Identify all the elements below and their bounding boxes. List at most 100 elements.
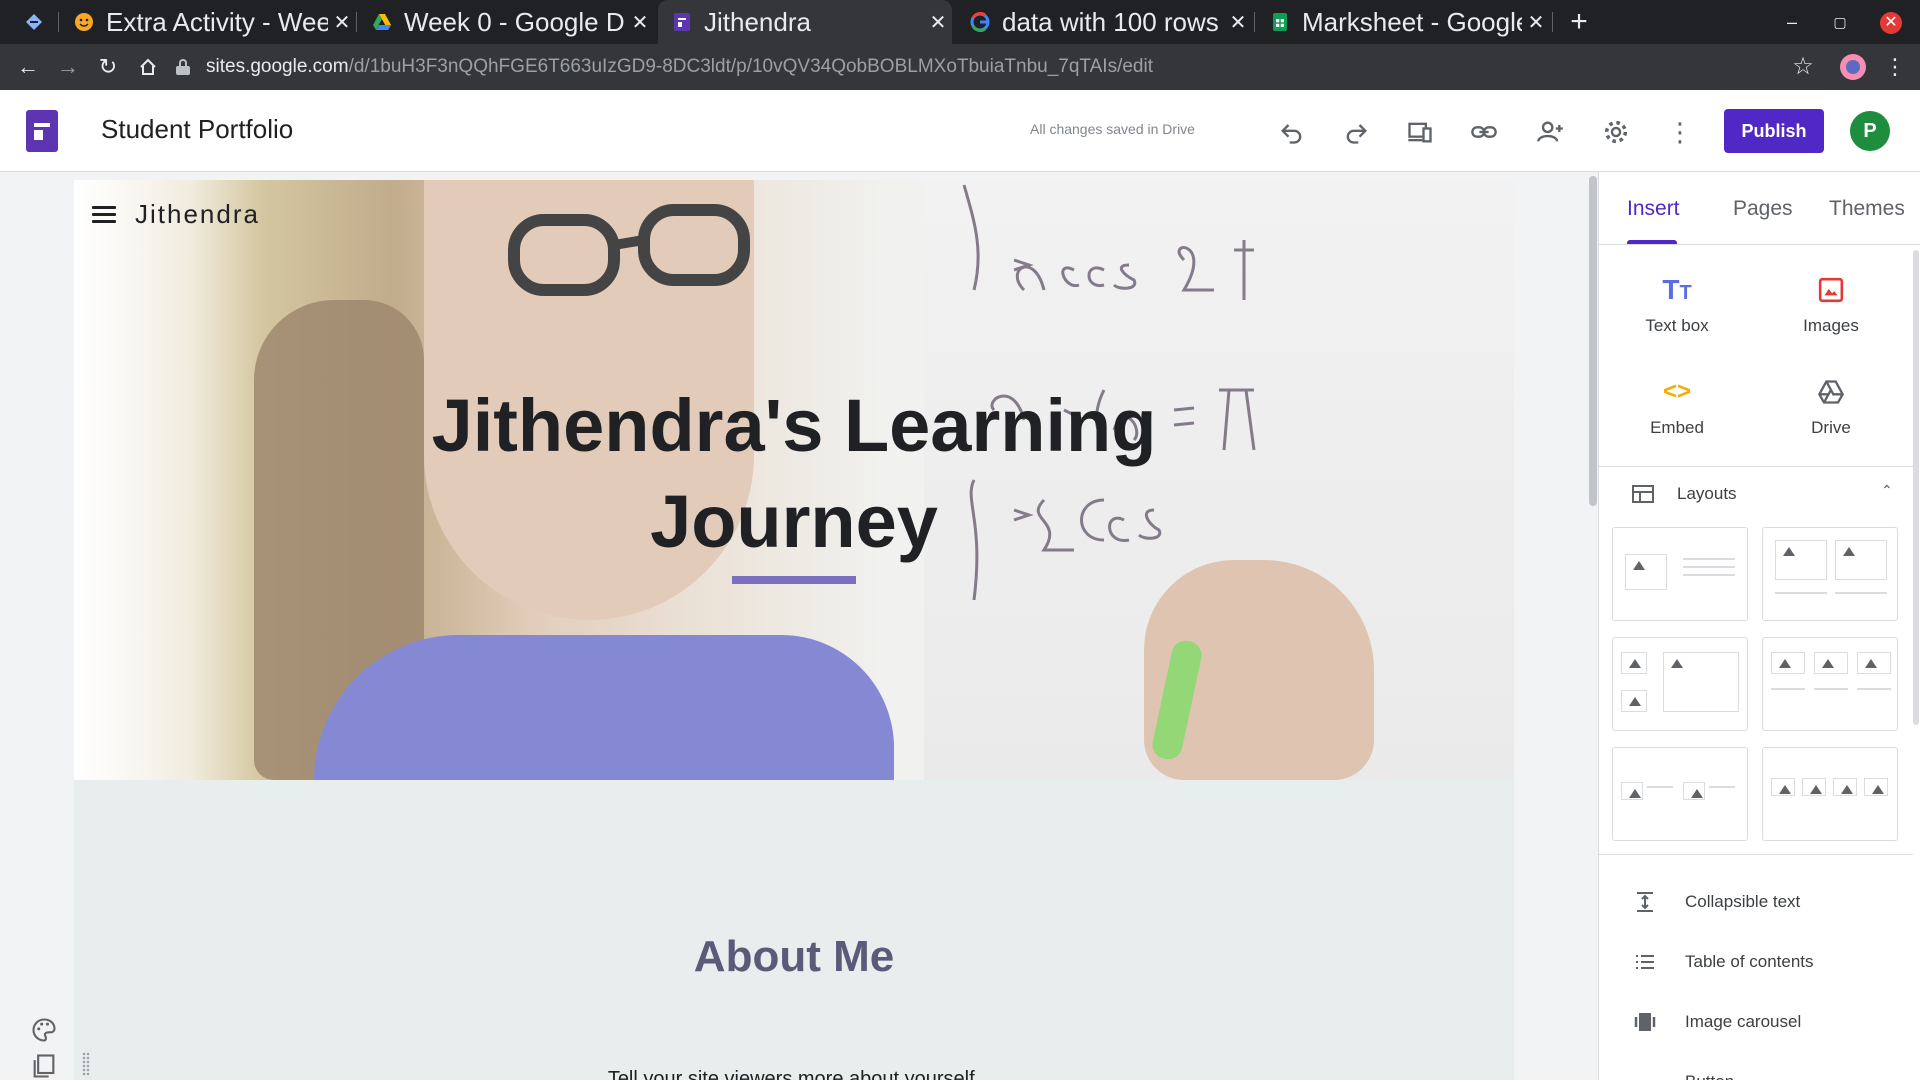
- google-drive-favicon-icon: [373, 14, 391, 30]
- layout-option-4[interactable]: [1762, 637, 1898, 731]
- layout-text-line: [1683, 566, 1735, 568]
- duplicate-page-icon[interactable]: [30, 1052, 60, 1080]
- url-text: sites.google.com/d/1buH3F3nQQhFGE6T663uI…: [206, 56, 1153, 78]
- address-bar[interactable]: sites.google.com/d/1buH3F3nQQhFGE6T663uI…: [176, 48, 1756, 86]
- more-options-icon[interactable]: ⋮: [1660, 112, 1700, 152]
- browser-tab-marksheet[interactable]: Marksheet - Google ✕: [1256, 0, 1550, 44]
- collapsible-text-icon: [1629, 886, 1661, 918]
- about-me-body[interactable]: Tell your site viewers more about yourse…: [74, 1068, 1514, 1080]
- panel-scrollbar[interactable]: [1913, 250, 1919, 725]
- embed-icon: <>: [1662, 378, 1692, 405]
- site-name[interactable]: Jithendra: [135, 199, 260, 230]
- lock-icon: [176, 59, 190, 75]
- component-label: Table of contents: [1685, 952, 1814, 971]
- home-shape: [140, 58, 156, 75]
- hero-title[interactable]: Jithendra's Learning Journey: [394, 378, 1194, 570]
- tab-close-icon[interactable]: ✕: [626, 10, 654, 35]
- layout-option-1[interactable]: [1612, 527, 1748, 621]
- insert-text-box[interactable]: TT Text box: [1617, 270, 1737, 336]
- button-icon: [1629, 1066, 1661, 1080]
- browser-menu-icon[interactable]: ⋮: [1880, 44, 1910, 90]
- layout-text-line: [1775, 592, 1827, 594]
- tab-pages[interactable]: Pages: [1733, 197, 1793, 221]
- insert-table-of-contents[interactable]: Table of contents: [1629, 945, 1909, 979]
- maximize-icon[interactable]: ▢: [1820, 0, 1860, 44]
- window-close-icon[interactable]: ✕: [1880, 12, 1902, 34]
- tab-close-icon[interactable]: ✕: [1224, 10, 1252, 35]
- insert-drive[interactable]: Drive: [1771, 372, 1891, 438]
- insert-embed[interactable]: <> Embed: [1617, 372, 1737, 438]
- tab-separator: [1552, 12, 1553, 32]
- reload-icon[interactable]: ↻: [90, 44, 126, 90]
- layout-option-5[interactable]: [1612, 747, 1748, 841]
- layout-image-icon: [1857, 652, 1891, 674]
- sites-app-bar: Student Portfolio All changes saved in D…: [0, 90, 1920, 172]
- tab-search-icon: [26, 14, 42, 30]
- browser-tab-extra-activity[interactable]: Extra Activity - Wee ✕: [60, 0, 356, 44]
- layout-text-line: [1857, 688, 1891, 690]
- active-tab-indicator: [1627, 240, 1677, 244]
- layout-option-2[interactable]: [1762, 527, 1898, 621]
- redo-icon[interactable]: [1336, 112, 1376, 152]
- about-me-heading[interactable]: About Me: [74, 932, 1514, 982]
- share-add-person-icon[interactable]: [1530, 112, 1570, 152]
- browser-tab-jithendra[interactable]: Jithendra ✕: [658, 0, 952, 44]
- section-drag-handle[interactable]: [82, 1052, 90, 1076]
- layouts-icon: [1632, 485, 1654, 503]
- layout-image-icon: [1771, 778, 1795, 796]
- publish-button[interactable]: Publish: [1724, 109, 1824, 153]
- tab-insert[interactable]: Insert: [1627, 197, 1680, 221]
- tab-separator: [356, 12, 357, 32]
- link-icon[interactable]: [1464, 112, 1504, 152]
- minimize-icon[interactable]: –: [1772, 0, 1812, 44]
- panel-tabs: Insert Pages Themes: [1599, 172, 1920, 245]
- drive-icon: [1771, 372, 1891, 412]
- tab-separator: [58, 12, 59, 32]
- extension-icon[interactable]: [1840, 54, 1866, 80]
- tab-separator: [1254, 12, 1255, 32]
- layouts-section-header[interactable]: Layouts ⌃: [1599, 474, 1913, 514]
- insert-image-carousel[interactable]: Image carousel: [1629, 1005, 1909, 1039]
- layout-option-3[interactable]: [1612, 637, 1748, 731]
- account-avatar[interactable]: P: [1850, 111, 1890, 151]
- component-label: Collapsible text: [1685, 892, 1801, 911]
- canvas-scrollbar-thumb[interactable]: [1589, 176, 1597, 506]
- text-box-icon: TT: [1662, 274, 1692, 305]
- bookmark-star-icon[interactable]: ☆: [1788, 44, 1818, 90]
- forward-icon[interactable]: →: [50, 44, 86, 90]
- google-sites-favicon-icon: [674, 13, 690, 31]
- insert-item-label: Drive: [1811, 418, 1851, 437]
- tab-close-icon[interactable]: ✕: [328, 10, 356, 35]
- theme-palette-icon[interactable]: [30, 1016, 60, 1046]
- new-tab-button[interactable]: +: [1564, 0, 1594, 44]
- undo-icon[interactable]: [1272, 112, 1312, 152]
- image-carousel-icon: [1629, 1006, 1661, 1038]
- tab-close-icon[interactable]: ✕: [924, 10, 952, 35]
- tab-close-icon[interactable]: ✕: [1522, 10, 1550, 35]
- settings-gear-icon[interactable]: [1596, 112, 1636, 152]
- insert-item-label: Embed: [1650, 418, 1704, 437]
- preview-devices-icon[interactable]: [1400, 112, 1440, 152]
- layout-image-icon: [1663, 652, 1739, 712]
- insert-button[interactable]: Button: [1629, 1065, 1909, 1080]
- home-icon[interactable]: [130, 44, 166, 90]
- browser-tab-week0[interactable]: Week 0 - Google Dr ✕: [358, 0, 654, 44]
- google-sites-logo-icon[interactable]: [26, 110, 58, 152]
- collapse-chevron-icon[interactable]: ⌃: [1881, 482, 1893, 499]
- tab-title: Marksheet - Google: [1302, 6, 1522, 37]
- site-menu-icon[interactable]: [92, 206, 116, 224]
- component-label: Image carousel: [1685, 1012, 1802, 1031]
- site-document-title[interactable]: Student Portfolio: [101, 114, 293, 145]
- layout-image-icon: [1835, 540, 1887, 580]
- insert-collapsible-text[interactable]: Collapsible text: [1629, 885, 1909, 919]
- hero-banner[interactable]: Jithendra Jithendra's Learning Journey: [74, 180, 1514, 780]
- layout-image-icon: [1833, 778, 1857, 796]
- insert-item-label: Images: [1803, 316, 1859, 335]
- layout-image-icon: [1683, 782, 1705, 800]
- insert-images[interactable]: Images: [1771, 270, 1891, 336]
- back-icon[interactable]: ←: [10, 44, 46, 90]
- browser-tab-menu[interactable]: [10, 0, 54, 44]
- tab-themes[interactable]: Themes: [1829, 197, 1905, 221]
- browser-tab-data[interactable]: data with 100 rows ✕: [956, 0, 1252, 44]
- layout-option-6[interactable]: [1762, 747, 1898, 841]
